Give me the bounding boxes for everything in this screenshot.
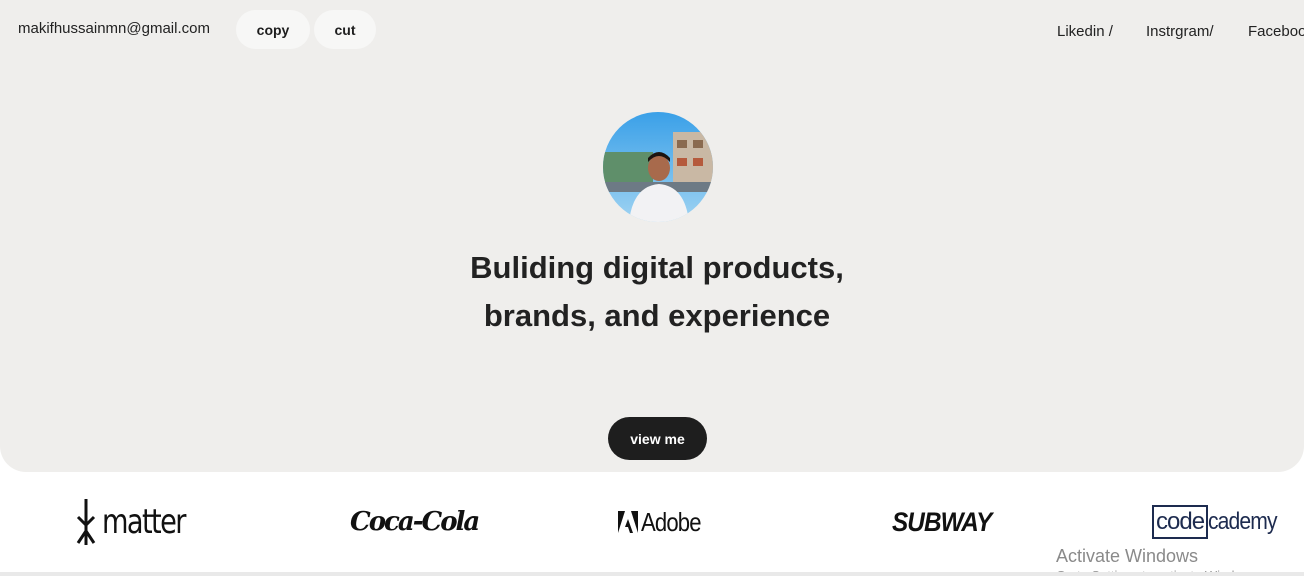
logo-matter-text: matter (102, 502, 186, 542)
activate-windows-title: Activate Windows (1056, 546, 1199, 566)
logo-subway: SUBWAY (892, 496, 1003, 548)
logo-cocacola-text: Coca-Cola (350, 507, 480, 537)
page-bottom-edge (0, 572, 1304, 576)
logo-adobe-text: Adobe (641, 506, 702, 537)
matter-icon (76, 499, 96, 545)
avatar (603, 112, 713, 222)
instagram-link[interactable]: Instrgram/ (1146, 23, 1214, 40)
logo-codecademy-box: code (1152, 505, 1209, 539)
logo-codecademy: code cademy (1152, 496, 1286, 548)
facebook-link[interactable]: Facebook (1248, 23, 1304, 40)
view-me-button[interactable]: view me (608, 417, 707, 460)
email-address: makifhussainmn@gmail.com (18, 20, 210, 37)
logo-matter: matter (76, 496, 206, 548)
logo-adobe: Adobe (618, 496, 711, 548)
logo-codecademy-text: cademy (1208, 508, 1278, 535)
copy-button[interactable]: copy (236, 10, 310, 49)
hero-headline: Buliding digital products, brands, and e… (470, 250, 844, 333)
logo-subway-text: SUBWAY (892, 506, 992, 537)
linkedin-link[interactable]: Likedin / (1057, 23, 1113, 40)
hero-section: makifhussainmn@gmail.com copy cut Likedi… (0, 0, 1304, 472)
logo-cocacola: Coca-Cola (350, 496, 480, 548)
profile-photo (603, 112, 713, 222)
cut-button[interactable]: cut (314, 10, 376, 49)
adobe-icon (618, 511, 638, 533)
